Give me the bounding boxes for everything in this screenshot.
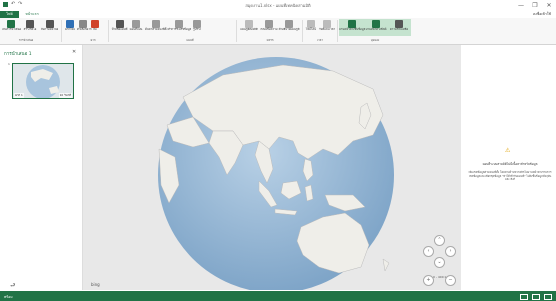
view-layout-icon[interactable] bbox=[532, 294, 540, 300]
layer-pane-button[interactable]: บานหน้าต่างชั้นข้อมูล bbox=[339, 19, 365, 36]
separator bbox=[108, 20, 109, 42]
text-box-button[interactable]: กล่องข้อความ bbox=[260, 19, 278, 36]
group-label-view: มุมมอง bbox=[370, 38, 380, 42]
group-label-tour: การนำเสนอ bbox=[18, 38, 34, 42]
zoom-out-button[interactable]: − bbox=[445, 275, 456, 286]
warning-body: เพิ่มเขตข้อมูลตำแหน่งที่ตั้ง โดยทางด้านข… bbox=[468, 170, 552, 182]
capture-screen-button[interactable]: จับภาพหน้าจอ bbox=[40, 19, 59, 36]
flat-map-button[interactable]: แผนที่แบน bbox=[129, 19, 143, 36]
tilt-up-button[interactable]: ⌃ bbox=[434, 235, 445, 246]
tour-close-button[interactable]: ✕ bbox=[72, 49, 76, 55]
view-normal-icon[interactable] bbox=[520, 294, 528, 300]
bing-logo: bing bbox=[91, 282, 100, 287]
separator bbox=[337, 20, 338, 42]
layer-pane: ⚠ แผนที่ระบบสามมิติไม่มีเนื้อหาสำหรับข้อ… bbox=[462, 45, 556, 290]
warning-title: แผนที่ระบบสามมิติไม่มีเนื้อหาสำหรับข้อมู… bbox=[482, 162, 538, 166]
group-label-insert: แทรก bbox=[266, 38, 274, 42]
find-location-button[interactable]: ค้นหาตำแหน่งที่ตั้ง bbox=[145, 19, 168, 36]
sign-in-link[interactable]: ลงชื่อเข้าใช้ bbox=[533, 11, 551, 18]
separator bbox=[61, 20, 62, 42]
map-canvas[interactable]: bing 0 - 400 km ⌃ ‹ › ⌄ + − bbox=[83, 45, 461, 290]
back-icon[interactable]: ⮐ bbox=[10, 281, 15, 291]
view-full-icon[interactable] bbox=[544, 294, 552, 300]
theme-button[interactable]: ธีม bbox=[89, 19, 101, 36]
scene-duration: 10 วินาที bbox=[58, 93, 72, 98]
scene-label: ฉาก 1 bbox=[14, 93, 24, 98]
tour-editor-pane: การนำเสนอ 1 ✕ 1 ฉาก 1 10 วินาที ⮐ bbox=[0, 45, 83, 290]
rotate-left-button[interactable]: ‹ bbox=[423, 246, 434, 257]
close-button[interactable]: ✕ bbox=[542, 1, 556, 10]
rotate-right-button[interactable]: › bbox=[445, 246, 456, 257]
minimize-button[interactable]: — bbox=[514, 1, 528, 10]
help-button[interactable]: ความช่วยเหลือ bbox=[388, 19, 410, 36]
separator bbox=[236, 20, 237, 42]
status-bar: พร้อม bbox=[0, 291, 556, 301]
legend-button[interactable]: คำอธิบายแผนภูมิ bbox=[278, 19, 300, 36]
status-ready: พร้อม bbox=[4, 295, 13, 299]
play-tour-button[interactable]: เล่นการนำเสนอ bbox=[2, 19, 21, 36]
group-label-scene: ฉาก bbox=[90, 38, 96, 42]
scene-number: 1 bbox=[8, 62, 10, 66]
2d-chart-button[interactable]: แผนภูมิสองมิติ bbox=[238, 19, 260, 36]
date-time-button[interactable]: วันที่และเวลา bbox=[318, 19, 336, 36]
group-label-time: เวลา bbox=[317, 38, 323, 42]
zoom-in-button[interactable]: + bbox=[423, 275, 434, 286]
separator bbox=[302, 20, 303, 42]
field-list-button[interactable]: บานหน้าต่างฟิลด์ bbox=[365, 19, 387, 36]
tab-file[interactable]: ไฟล์ bbox=[0, 11, 19, 18]
shapes-button[interactable]: รูปร่าง bbox=[190, 19, 204, 36]
group-label-map: แผนที่ bbox=[186, 38, 194, 42]
globe bbox=[158, 57, 394, 290]
new-scene-button[interactable]: ฉากใหม่ bbox=[63, 19, 77, 36]
timeline-button[interactable]: ไทม์ไลน์ bbox=[304, 19, 318, 36]
title-bar: ↶ ↷ สมุดงาน1.xlsx - แผนที่เทคนิคสามมิติ … bbox=[0, 0, 556, 11]
scene-options-button[interactable]: ตัวเลือกฉาก bbox=[77, 19, 92, 36]
window-title: สมุดงาน1.xlsx - แผนที่เทคนิคสามมิติ bbox=[245, 3, 311, 8]
tilt-down-button[interactable]: ⌄ bbox=[434, 257, 445, 268]
refresh-data-button[interactable]: ทำการรีเฟรชข้อมูล bbox=[168, 19, 191, 36]
maximize-button[interactable]: ❐ bbox=[528, 1, 542, 10]
create-video-button[interactable]: สร้างวิดีโอ bbox=[21, 19, 39, 36]
map-labels-button[interactable]: ป้ายชื่อแผนที่ bbox=[110, 19, 129, 36]
warning-icon: ⚠ bbox=[505, 147, 511, 154]
tour-title[interactable]: การนำเสนอ 1 bbox=[4, 50, 32, 57]
scene-thumbnail[interactable]: ฉาก 1 10 วินาที bbox=[12, 63, 74, 99]
ribbon-tabs: ไฟล์ หน้าแรก ลงชื่อเข้าใช้ bbox=[0, 11, 556, 19]
ribbon: เล่นการนำเสนอ สร้างวิดีโอ จับภาพหน้าจอ ฉ… bbox=[0, 18, 556, 45]
